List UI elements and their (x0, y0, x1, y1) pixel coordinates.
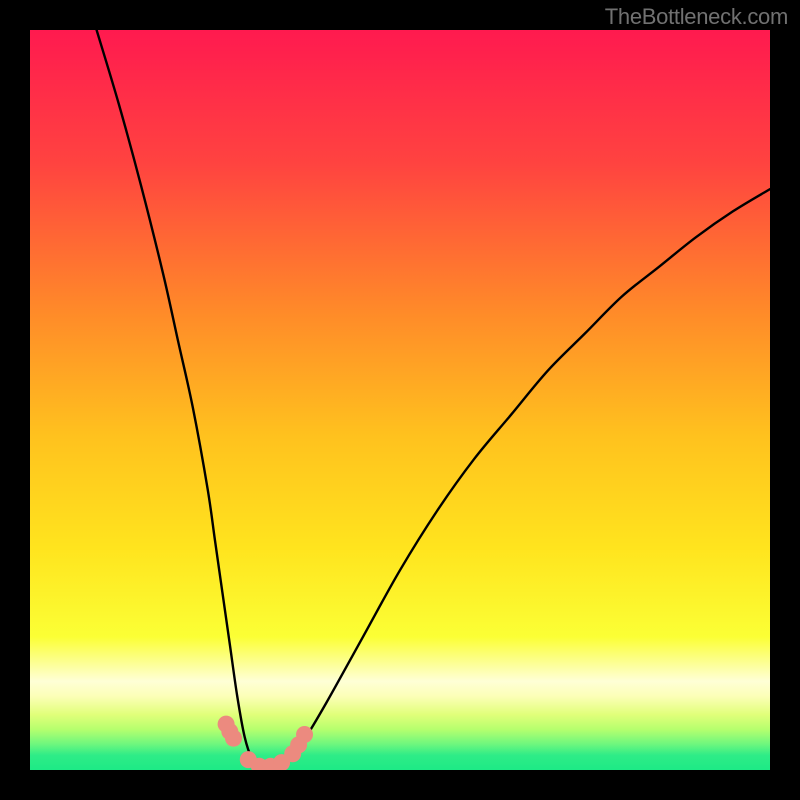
attribution-text: TheBottleneck.com (605, 4, 788, 30)
chart-container (30, 30, 770, 770)
highlight-marker (225, 730, 242, 747)
highlight-markers (218, 716, 313, 770)
bottleneck-curve-path (97, 30, 770, 770)
bottleneck-curve-svg (30, 30, 770, 770)
highlight-marker (296, 726, 313, 743)
